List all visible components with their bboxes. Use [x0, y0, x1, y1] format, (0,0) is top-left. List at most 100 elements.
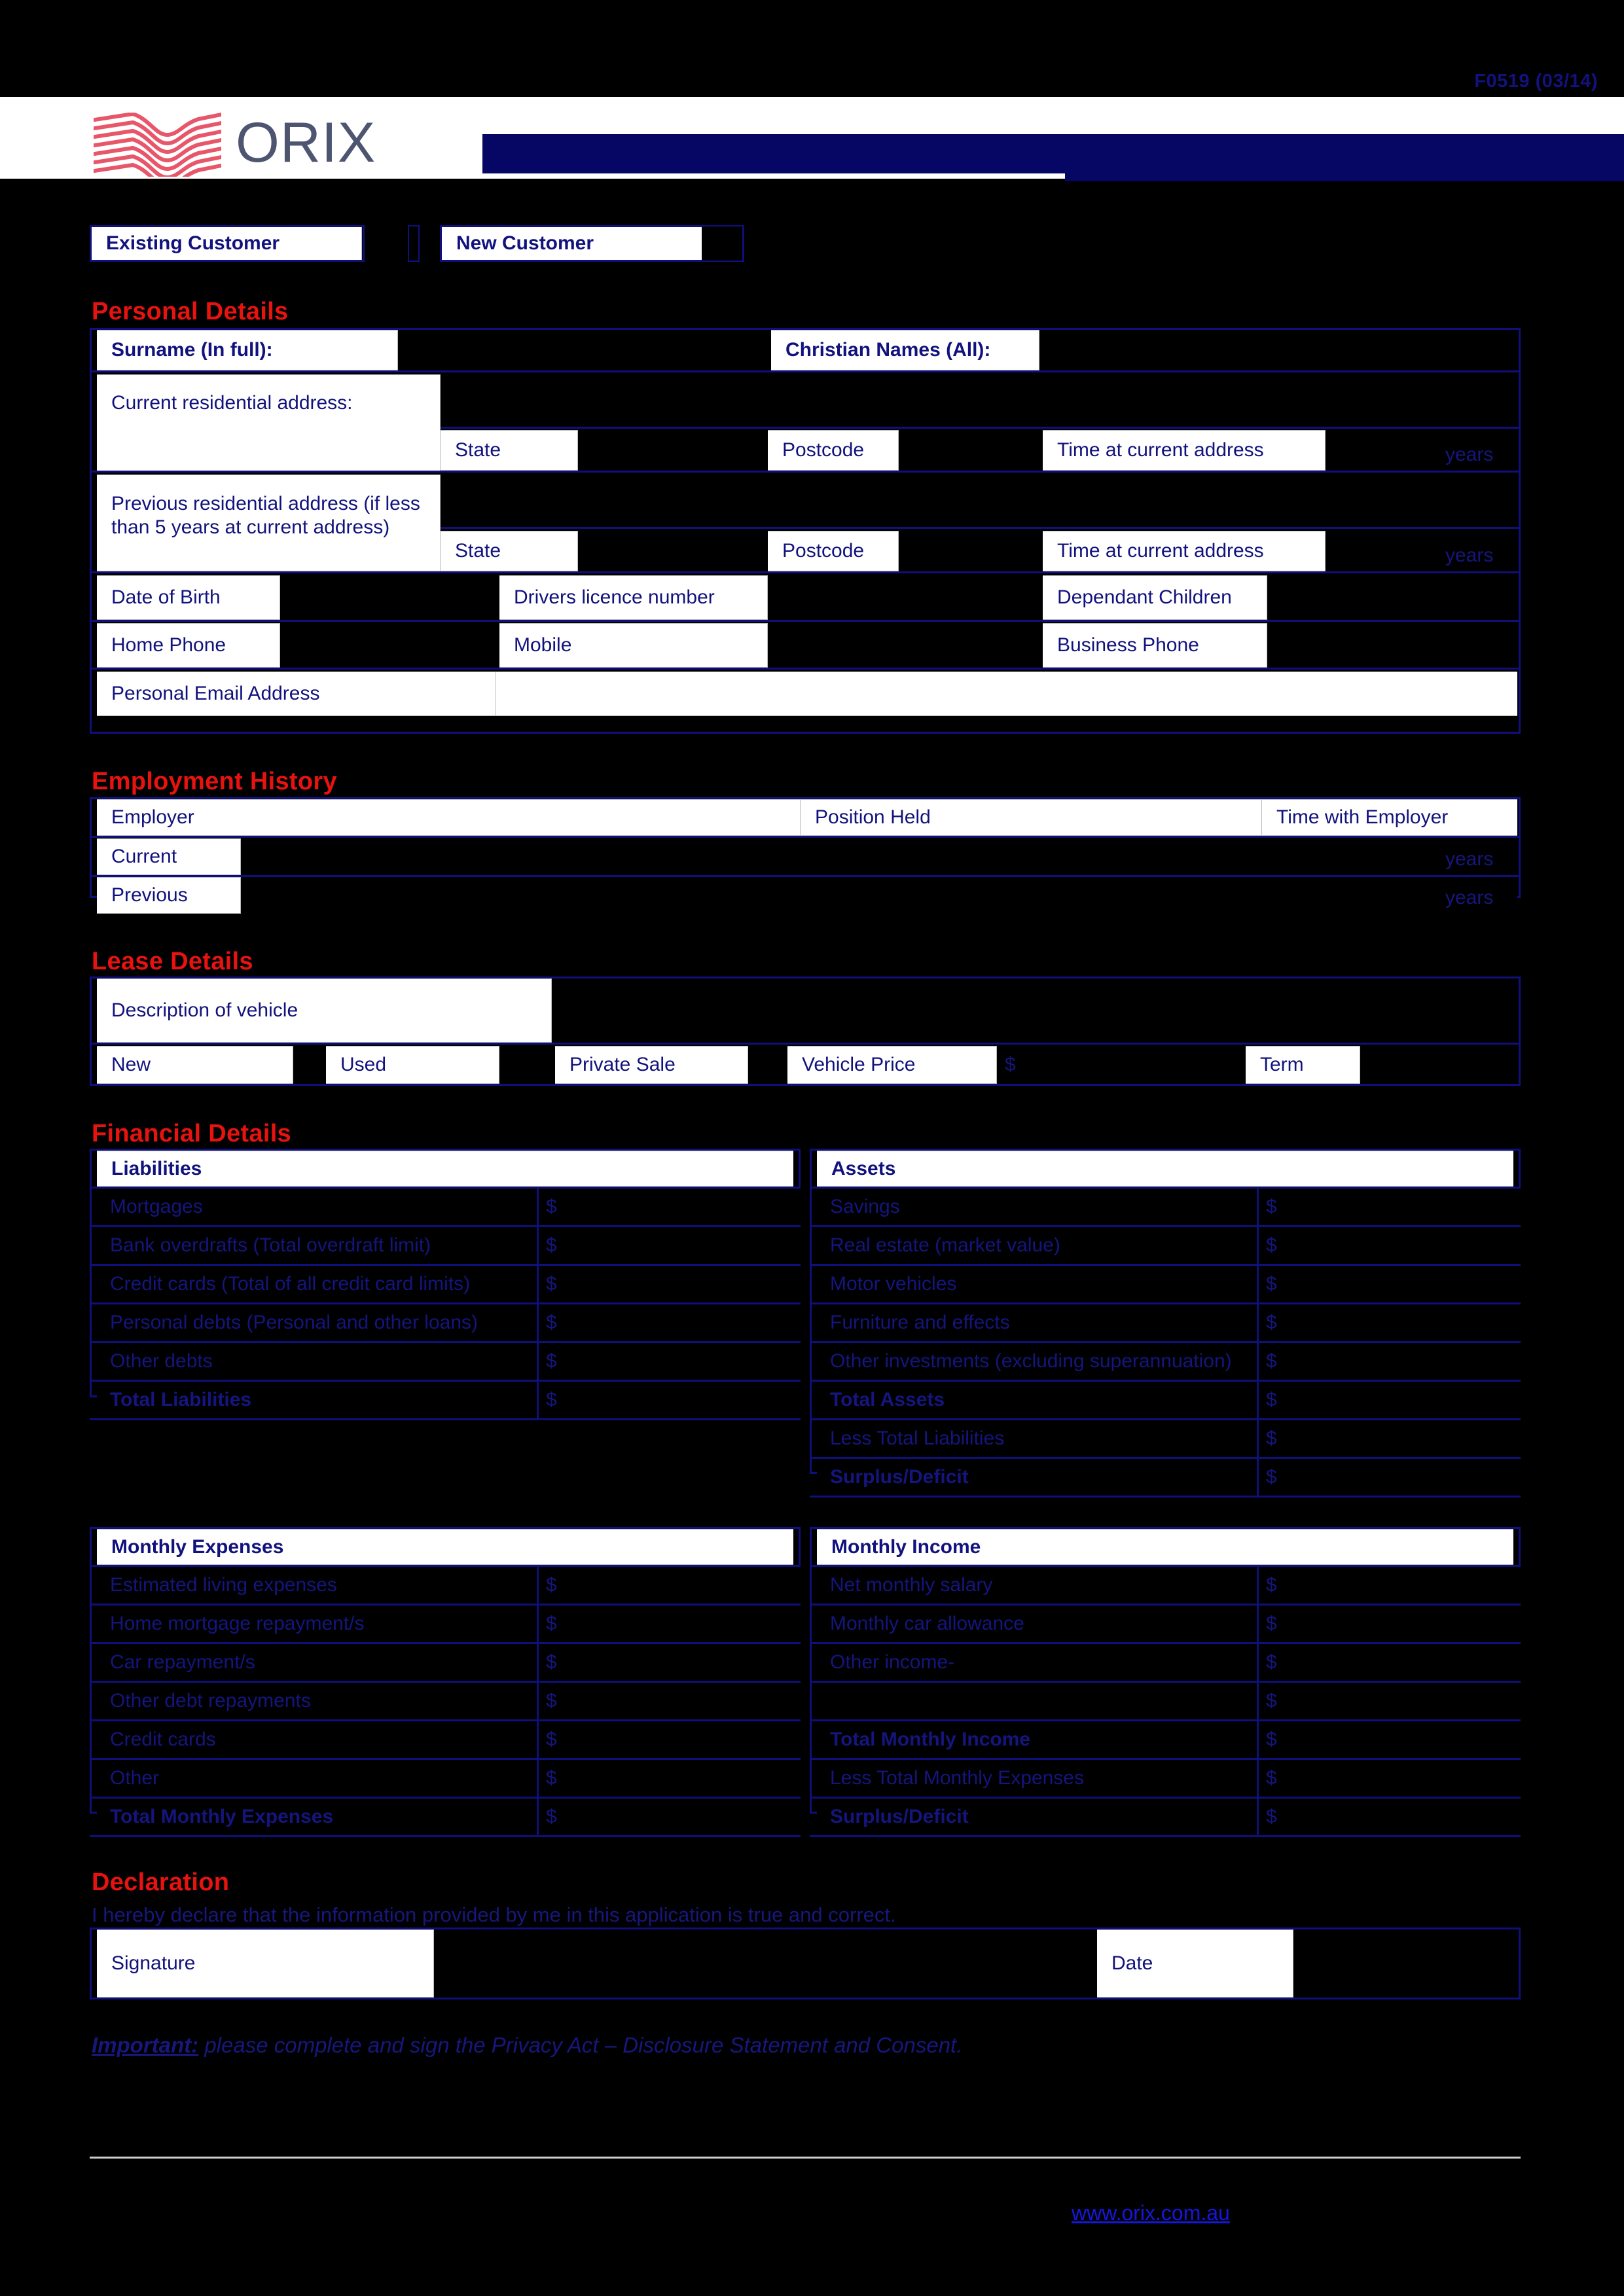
vehicle-description-input[interactable]	[552, 978, 1517, 1043]
money-row-label: Surplus/Deficit	[817, 1799, 1257, 1835]
money-row-amount-input[interactable]: $	[1257, 1721, 1521, 1758]
current-state-label: State	[441, 430, 578, 471]
money-row-amount-input[interactable]: $	[1257, 1343, 1521, 1380]
vehicle-price-input[interactable]: $	[997, 1046, 1246, 1084]
employer-header: Employer	[97, 799, 801, 836]
money-row-amount-input[interactable]: $	[1257, 1605, 1521, 1642]
home-phone-input[interactable]	[280, 623, 499, 668]
money-row-label: Total Monthly Expenses	[97, 1799, 537, 1835]
business-phone-input[interactable]	[1267, 623, 1517, 668]
new-customer-group[interactable]: New Customer	[440, 225, 744, 262]
vehicle-price-label: Vehicle Price	[787, 1046, 997, 1084]
row-divider	[810, 1496, 1521, 1498]
new-customer-checkbox[interactable]	[702, 226, 742, 260]
currency-symbol: $	[546, 1613, 557, 1634]
previous-time-label: Time at current address	[1043, 531, 1326, 571]
date-of-birth-input[interactable]	[280, 575, 499, 620]
money-row-amount-input[interactable]: $	[537, 1721, 801, 1758]
money-row-amount-input[interactable]: $	[537, 1227, 801, 1264]
money-row-label: Credit cards	[97, 1721, 537, 1758]
money-row-amount-input[interactable]: $	[1257, 1459, 1521, 1496]
money-row-amount-input[interactable]: $	[537, 1605, 801, 1642]
currency-symbol: $	[1266, 1273, 1277, 1295]
money-row-amount-input[interactable]: $	[1257, 1266, 1521, 1302]
orix-wordmark: ORIX	[236, 111, 376, 174]
dependant-children-input[interactable]	[1267, 575, 1517, 620]
money-row-amount-input[interactable]: $	[537, 1189, 801, 1225]
row-divider	[90, 1835, 801, 1837]
important-text: please complete and sign the Privacy Act…	[198, 2033, 963, 2057]
money-row-label: Total Monthly Income	[817, 1721, 1257, 1758]
currency-symbol: $	[1266, 1466, 1277, 1488]
form-page: F0519 (03/14) ORIX Existing Customer New…	[0, 0, 1624, 2296]
existing-customer-group[interactable]: Existing Customer	[90, 225, 365, 262]
previous-state-input[interactable]	[578, 531, 768, 571]
christian-names-input[interactable]	[1039, 330, 1517, 370]
money-row-label	[817, 1683, 1257, 1719]
signature-input[interactable]	[434, 1929, 1097, 1998]
money-row-label: Less Total Monthly Expenses	[817, 1760, 1257, 1797]
money-row-amount-input[interactable]: $	[537, 1567, 801, 1604]
current-state-input[interactable]	[578, 430, 768, 471]
money-row-label: Other investments (excluding superannuat…	[817, 1343, 1257, 1380]
employment-previous-position-input[interactable]	[801, 877, 1262, 914]
date-label: Date	[1097, 1929, 1293, 1998]
section-declaration: Declaration	[92, 1869, 230, 1896]
money-row-amount-input[interactable]: $	[1257, 1420, 1521, 1457]
money-row-amount-input[interactable]: $	[537, 1304, 801, 1341]
money-row-amount-input[interactable]: $	[537, 1683, 801, 1719]
money-row-amount-input[interactable]: $	[1257, 1799, 1521, 1835]
money-row-label: Estimated living expenses	[97, 1567, 537, 1604]
employment-previous-employer-input[interactable]	[241, 877, 801, 914]
drivers-licence-input[interactable]	[768, 575, 1043, 620]
surname-input[interactable]	[398, 330, 771, 370]
currency-symbol: $	[546, 1389, 557, 1410]
column-divider	[1257, 1567, 1259, 1837]
money-row-amount-input[interactable]: $	[537, 1760, 801, 1797]
currency-symbol: $	[546, 1273, 557, 1295]
previous-address-label: Previous residential address (if less th…	[97, 475, 441, 571]
money-row-amount-input[interactable]: $	[1257, 1304, 1521, 1341]
employment-current-position-input[interactable]	[801, 838, 1262, 875]
private-sale-checkbox[interactable]	[748, 1046, 787, 1084]
new-vehicle-checkbox[interactable]	[293, 1046, 326, 1084]
money-row-amount-input[interactable]: $	[1257, 1760, 1521, 1797]
money-row-label: Surplus/Deficit	[817, 1459, 1257, 1496]
money-row-amount-input[interactable]: $	[537, 1343, 801, 1380]
previous-postcode-input[interactable]	[899, 531, 1043, 571]
date-input[interactable]	[1293, 1929, 1487, 1998]
money-row-amount-input[interactable]: $	[537, 1382, 801, 1418]
money-row-amount-input[interactable]: $	[1257, 1382, 1521, 1418]
previous-state-label: State	[441, 531, 578, 571]
section-employment-history: Employment History	[92, 768, 337, 795]
footer-website-link[interactable]: www.orix.com.au	[1072, 2201, 1230, 2225]
private-sale-label: Private Sale	[555, 1046, 748, 1084]
currency-symbol: $	[546, 1574, 557, 1596]
money-row-amount-input[interactable]: $	[1257, 1644, 1521, 1681]
used-vehicle-checkbox[interactable]	[499, 1046, 535, 1084]
money-row-amount-input[interactable]: $	[1257, 1189, 1521, 1225]
previous-address-input[interactable]	[441, 475, 1517, 527]
personal-email-input[interactable]	[496, 672, 1517, 716]
current-postcode-input[interactable]	[899, 430, 1043, 471]
money-row-amount-input[interactable]: $	[537, 1644, 801, 1681]
money-row-amount-input[interactable]: $	[1257, 1683, 1521, 1719]
mobile-input[interactable]	[768, 623, 1043, 668]
money-row-amount-input[interactable]: $	[1257, 1227, 1521, 1264]
money-row-label: Car repayment/s	[97, 1644, 537, 1681]
current-address-input[interactable]	[441, 374, 1517, 427]
money-row-amount-input[interactable]: $	[537, 1266, 801, 1302]
money-row-label: Total Assets	[817, 1382, 1257, 1418]
employment-current-years-unit: years	[1445, 848, 1494, 870]
previous-postcode-label: Postcode	[768, 531, 899, 571]
money-row-label: Credit cards (Total of all credit card l…	[97, 1266, 537, 1302]
existing-customer-checkbox[interactable]	[367, 226, 408, 260]
money-row-amount-input[interactable]: $	[537, 1799, 801, 1835]
new-customer-label: New Customer	[442, 227, 704, 260]
employment-current-employer-input[interactable]	[241, 838, 801, 875]
monthly-income-header: Monthly Income	[817, 1529, 1513, 1565]
business-phone-label: Business Phone	[1043, 623, 1267, 668]
row-divider	[90, 1418, 801, 1420]
term-input[interactable]	[1360, 1046, 1517, 1084]
money-row-amount-input[interactable]: $	[1257, 1567, 1521, 1604]
